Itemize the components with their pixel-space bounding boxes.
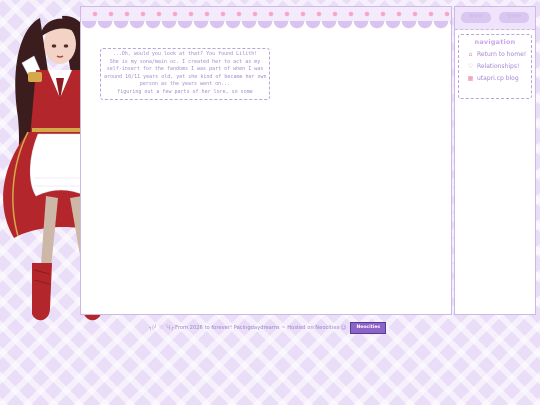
footer: ╮(╯ ♡ ╰)╭ From 2026 to forever! Pacingda…: [149, 322, 387, 334]
nav-item-label: Relationships!: [477, 63, 520, 70]
scallop-dots: [81, 10, 451, 18]
intro-line: She is my sona/main oc. I created her to…: [109, 58, 261, 65]
nav-item-label: Return to home!: [477, 51, 527, 58]
sidebar-top-button-2[interactable]: ♡♡♡: [499, 12, 529, 23]
blog-icon: ▦: [467, 75, 474, 82]
navigation-box: navigation ⌂ Return to home! ♡ Relations…: [458, 34, 532, 99]
neocities-badge[interactable]: Neocities: [350, 322, 387, 334]
intro-line: figuring out a few parts of her lore, so…: [117, 88, 253, 95]
intro-line: around 10/11 years old, yet she kind of …: [104, 73, 267, 80]
intro-line: ...Oh, would you look at that? You found…: [112, 51, 258, 57]
heart-icon: ♡: [467, 63, 474, 70]
navigation-title: navigation: [474, 38, 516, 46]
nav-item-home[interactable]: ⌂ Return to home!: [467, 51, 531, 58]
nav-item-label: utapri.cp blog: [477, 75, 519, 82]
intro-line: self-insert for the fandoms I was part o…: [106, 66, 264, 73]
home-icon: ⌂: [468, 51, 473, 58]
sidebar-header: ♡♡♡ ♡♡♡: [455, 7, 535, 30]
sidebar-top-button-1[interactable]: ♡♡♡: [461, 12, 491, 23]
nav-item-relationships[interactable]: ♡ Relationships!: [467, 63, 531, 70]
scallop-banner: [81, 7, 451, 33]
intro-text-box[interactable]: ...Oh, would you look at that? You found…: [100, 48, 270, 100]
intro-line: person as the years went on...: [139, 81, 231, 88]
nav-item-blog[interactable]: ▦ utapri.cp blog: [467, 75, 531, 82]
footer-text: ╮(╯ ♡ ╰)╭ From 2026 to forever! Pacingda…: [149, 325, 347, 331]
sidebar: ♡♡♡ ♡♡♡ navigation ⌂ Return to home! ♡ R…: [454, 6, 536, 315]
